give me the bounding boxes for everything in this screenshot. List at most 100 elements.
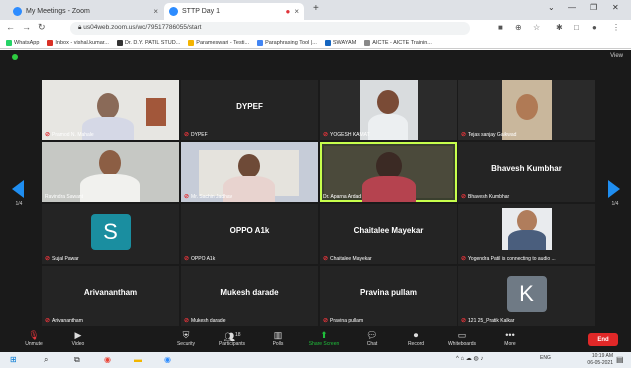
video-tile[interactable]: Mukesh darade ⊘ Mukesh darade [181,266,318,326]
tab-sttp-day1[interactable]: STTP Day 1 ● × [164,3,304,20]
muted-mic-icon: ⊘ [461,194,467,200]
bookmark-item[interactable]: Dr. D.Y. PATIL STUD... [116,39,180,46]
participant-name: ⊘ Mukesh darade [184,317,226,325]
url-input[interactable]: 🔒︎ us04web.zoom.us/wc/79517786055/start [70,22,470,35]
participant-display-name: Bhavesh Kumbhar [491,164,562,173]
video-tile[interactable]: ⊘ Tejas sanjay Gaikwad [458,80,595,140]
participant-display-name: Chaitalee Mayekar [353,226,424,235]
muted-mic-icon: ⊘ [184,318,190,324]
maximize-icon[interactable]: ❐ [590,3,597,12]
video-tile[interactable]: OPPO A1k ⊘ OPPO A1k [181,204,318,264]
new-tab-button[interactable]: + [313,3,319,14]
video-tile[interactable]: DYPEF ⊘ DYPEF [181,80,318,140]
video-tile[interactable]: ⊘ YOGESH KAMAT [320,80,457,140]
chrome-icon[interactable]: ◉ [104,355,111,364]
language-indicator[interactable]: ENG [540,355,551,361]
site-icon [116,39,123,46]
chat-button[interactable]: 💬︎ Chat [352,329,392,347]
bookmark-item[interactable]: Inbox - vishal.kumar... [47,39,109,46]
browser-tab-bar: My Meetings - Zoom × STTP Day 1 ● × + ⌄ … [0,0,631,20]
participant-name: ⊘ DYPEF [184,131,208,139]
close-tab-icon[interactable]: × [294,7,299,16]
search-icon[interactable]: ⌕ [44,355,48,365]
share-screen-button[interactable]: ⬆ Share Screen [304,329,344,347]
participant-display-name: Arivanantham [83,288,138,297]
tab-my-meetings[interactable]: My Meetings - Zoom × [8,3,163,20]
participant-name: ⊘ Chaitalee Mayekar [323,255,372,263]
video-tile[interactable]: Arivanantham ⊘ Arivanantham [42,266,179,326]
whiteboards-button[interactable]: ▭ Whiteboards [442,329,482,347]
video-tile[interactable]: ⊘ Pramod N. Mahale [42,80,179,140]
security-shield-icon[interactable] [12,54,18,60]
tray-icons[interactable]: ^ ⌂ ☁ ◍ ♪ [456,355,483,362]
video-tile[interactable]: Chaitalee Mayekar ⊘ Chaitalee Mayekar [320,204,457,264]
muted-mic-icon: ⊘ [45,256,51,262]
extensions-icon[interactable]: ✱ [556,23,563,32]
participant-name: ⊘ Tejas sanjay Gaikwad [461,131,517,139]
more-icon: ••• [505,330,515,340]
more-button[interactable]: ••• More [490,329,530,347]
forward-icon[interactable]: → [22,22,31,32]
next-page-button[interactable]: 1/4 [608,180,622,210]
clock[interactable]: 10:19 AM 06-05-2021 [587,353,613,367]
polls-button[interactable]: ▥ Polls [258,329,298,347]
participant-name: ⊘ Yogendra Patil is connecting to audio .… [461,255,556,263]
unmute-button[interactable]: 🎙︎ Unmute [14,329,54,347]
minimize-icon[interactable]: — [568,3,576,12]
prev-page-button[interactable]: 1/4 [12,180,26,210]
sidebar-icon[interactable]: □ [574,23,579,32]
star-icon[interactable]: ☆ [533,23,540,32]
avatar: S [90,214,131,250]
zoom-app-icon[interactable]: ◉ [164,355,171,364]
back-icon[interactable]: ← [6,22,15,32]
muted-mic-icon: ⊘ [461,132,467,138]
file-explorer-icon[interactable]: ▬ [134,355,142,364]
participant-name: ⊘ Pramod N. Mahale [45,131,94,139]
bookmark-item[interactable]: SWAYAM [324,39,356,46]
video-tile-active-speaker[interactable]: Dr. Aparna Ardad [320,142,457,202]
video-tile[interactable]: Ravindra Sawant [42,142,179,202]
video-tile[interactable]: K ⊘ 121 25_Pratik Kalkar [458,266,595,326]
view-button[interactable]: View [610,53,623,59]
page-indicator: 1/4 [15,201,23,207]
chat-icon: 💬︎ [366,330,378,340]
windows-start-icon[interactable]: ⊞ [10,355,17,364]
whatsapp-icon [6,39,12,46]
participant-video [97,93,119,119]
bookmark-item[interactable]: WhatsApp [6,39,39,46]
share-screen-icon: ⬆ [320,330,328,340]
participant-video [238,154,260,178]
reload-icon[interactable]: ↻ [38,22,46,33]
tab-search-icon[interactable]: ⌄ [548,3,555,12]
participants-button[interactable]: 👥︎18 Participants [212,329,252,347]
zoom-page-icon[interactable]: ⊕ [515,23,522,32]
close-tab-icon[interactable]: × [153,7,158,16]
record-button[interactable]: ⏺ Record [396,329,436,347]
camera-icon[interactable]: ■ [498,23,503,32]
site-icon [364,39,371,46]
participant-display-name: Pravina pullam [360,288,417,297]
bookmark-item[interactable]: AICTE - AICTE Trainin... [364,39,432,46]
windows-taskbar: ⊞ ⌕ ⧉ ◉ ▬ ◉ ^ ⌂ ☁ ◍ ♪ ENG 10:19 AM 06-05… [0,352,631,368]
profile-icon[interactable]: ● [592,23,597,32]
end-meeting-button[interactable]: End [588,333,618,346]
muted-mic-icon: ⊘ [461,256,467,262]
notifications-icon[interactable]: ▤ [616,355,624,364]
security-button[interactable]: ⛨ Security [166,329,206,347]
video-tile[interactable]: ⊘ Yogendra Patil is connecting to audio .… [458,204,595,264]
bookmarks-bar: WhatsApp Inbox - vishal.kumar... Dr. D.Y… [0,37,631,49]
video-button[interactable]: ▶ Video [58,329,98,347]
video-tile[interactable]: Pravina pullam ⊘ Pravina pullam [320,266,457,326]
bookmark-item[interactable]: Paraphrasing Tool |... [257,39,317,46]
participants-icon: 👥︎18 [223,332,241,342]
close-window-icon[interactable]: ✕ [612,3,619,12]
video-tile[interactable]: ⊘ Mr. Sachin Jadhav [181,142,318,202]
participant-name: ⊘ 121 25_Pratik Kalkar [461,317,515,325]
video-tile[interactable]: Bhavesh Kumbhar ⊘ Bhavesh Kumbhar [458,142,595,202]
video-tile[interactable]: S ⊘ Sujal Pawar [42,204,179,264]
bookmark-item[interactable]: Parameswari - Testi... [188,39,249,46]
menu-icon[interactable]: ⋮ [612,23,620,32]
participant-video [368,114,408,140]
task-view-icon[interactable]: ⧉ [74,355,80,365]
participant-name: ⊘ OPPO A1k [184,255,216,263]
